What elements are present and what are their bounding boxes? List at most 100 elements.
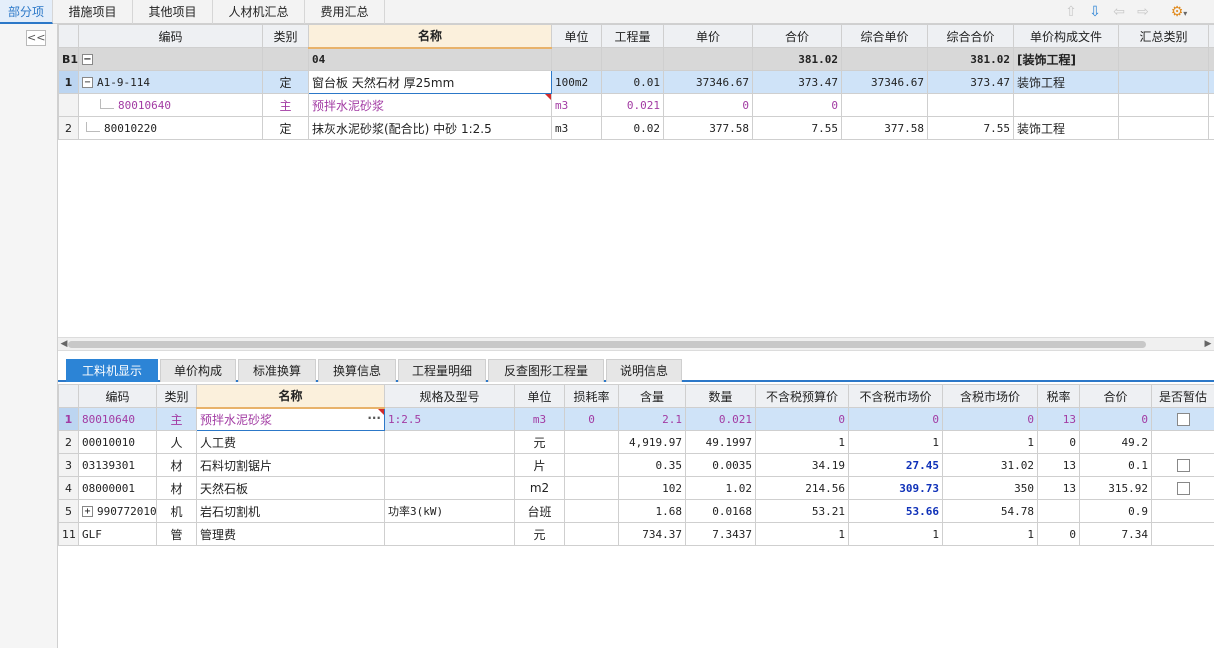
market-price-tax-cell[interactable]: 54.78 <box>942 499 1038 523</box>
table-row[interactable]: 80010640 主 预拌水泥砂浆 m3 0.021 0 0 <box>58 93 1214 117</box>
loss-rate-cell[interactable] <box>564 499 619 523</box>
tab-reverse-graphic-quantity[interactable]: 反查图形工程量 <box>488 359 604 382</box>
unit-cell[interactable]: m2 <box>514 476 565 500</box>
unit-cell[interactable]: m3 <box>514 407 565 431</box>
tab-other-items[interactable]: 其他项目 <box>133 0 213 24</box>
market-price-cell[interactable]: 1 <box>848 430 943 454</box>
content-cell[interactable]: 4,919.97 <box>618 430 686 454</box>
type-cell[interactable]: 材 <box>156 453 197 477</box>
unit-cell[interactable]: m3 <box>551 116 602 140</box>
market-price-tax-cell[interactable]: 350 <box>942 476 1038 500</box>
name-cell[interactable]: 天然石板 <box>196 476 385 500</box>
tab-labor-material-summary[interactable]: 人材机汇总 <box>213 0 305 24</box>
header-total-price[interactable]: 合价 <box>752 24 842 48</box>
scrollbar-thumb[interactable] <box>68 341 1146 348</box>
header-type[interactable]: 类别 <box>156 384 197 408</box>
budget-price-cell[interactable]: 214.56 <box>755 476 849 500</box>
table-row[interactable]: 2 80010220 定 抹灰水泥砂浆(配合比) 中砂 1:2.5 m3 0.0… <box>58 116 1214 140</box>
tab-standard-conversion[interactable]: 标准换算 <box>238 359 316 382</box>
code-cell[interactable]: 80010640 <box>78 93 263 117</box>
type-cell[interactable]: 材 <box>156 476 197 500</box>
unit-cell[interactable]: 台班 <box>514 499 565 523</box>
quantity-cell[interactable]: 0.021 <box>685 407 756 431</box>
header-quantity[interactable]: 工程量 <box>601 24 664 48</box>
summary-category-cell[interactable] <box>1118 116 1209 140</box>
remarks-cell[interactable] <box>1208 70 1214 94</box>
provisional-checkbox[interactable] <box>1176 413 1190 426</box>
provisional-cell[interactable] <box>1151 522 1214 546</box>
header-type[interactable]: 类别 <box>262 24 309 48</box>
arrow-right-icon[interactable]: ⇨ <box>1134 3 1152 21</box>
header-content[interactable]: 含量 <box>618 384 686 408</box>
provisional-cell[interactable] <box>1151 499 1214 523</box>
composition-file-cell[interactable]: [装饰工程] <box>1013 47 1119 71</box>
expand-icon[interactable]: + <box>82 506 93 517</box>
quantity-cell[interactable]: 0.01 <box>601 70 664 94</box>
tax-rate-cell[interactable] <box>1037 499 1080 523</box>
quantity-cell[interactable]: 49.1997 <box>685 430 756 454</box>
spec-cell[interactable] <box>384 476 515 500</box>
budget-price-cell[interactable]: 34.19 <box>755 453 849 477</box>
loss-rate-cell[interactable] <box>564 522 619 546</box>
remarks-cell[interactable] <box>1208 47 1214 71</box>
header-provisional[interactable]: 是否暂估 <box>1151 384 1214 408</box>
provisional-cell[interactable] <box>1151 476 1214 500</box>
quantity-cell[interactable] <box>601 47 664 71</box>
provisional-checkbox[interactable] <box>1176 482 1190 495</box>
type-cell[interactable]: 主 <box>156 407 197 431</box>
header-budget-price-excl-tax[interactable]: 不含税预算价 <box>755 384 849 408</box>
tax-rate-cell[interactable]: 0 <box>1037 522 1080 546</box>
market-price-tax-cell[interactable]: 0 <box>942 407 1038 431</box>
type-cell[interactable]: 管 <box>156 522 197 546</box>
table-row[interactable]: 4 08000001 材 天然石板 m2 102 1.02 214.56 309… <box>58 476 1214 500</box>
horizontal-scrollbar[interactable]: ◀ ▶ <box>58 337 1214 351</box>
comprehensive-price-cell[interactable]: 37346.67 <box>841 70 928 94</box>
total-price-cell[interactable]: 373.47 <box>752 70 842 94</box>
name-cell[interactable]: 预拌水泥砂浆 <box>308 93 552 117</box>
arrow-up-icon[interactable]: ⇧ <box>1062 3 1080 21</box>
budget-price-cell[interactable]: 1 <box>755 522 849 546</box>
loss-rate-cell[interactable] <box>564 453 619 477</box>
tab-conversion-info[interactable]: 换算信息 <box>318 359 396 382</box>
summary-category-cell[interactable] <box>1118 93 1209 117</box>
type-cell[interactable]: 机 <box>156 499 197 523</box>
table-row[interactable]: 5 +990772010 机 岩石切割机 功率3(kW) 台班 1.68 0.0… <box>58 499 1214 523</box>
header-name[interactable]: 名称 <box>308 24 552 49</box>
total-cell[interactable]: 315.92 <box>1079 476 1152 500</box>
market-price-tax-cell[interactable]: 31.02 <box>942 453 1038 477</box>
composition-file-cell[interactable]: 装饰工程 <box>1013 116 1119 140</box>
comprehensive-price-cell[interactable]: 377.58 <box>841 116 928 140</box>
market-price-cell[interactable]: 0 <box>848 407 943 431</box>
name-cell[interactable]: 管理费 <box>196 522 385 546</box>
type-cell[interactable]: 主 <box>262 93 309 117</box>
code-cell[interactable]: 00010010 <box>78 430 157 454</box>
table-row[interactable]: 2 00010010 人 人工费 元 4,919.97 49.1997 1 1 … <box>58 430 1214 454</box>
loss-rate-cell[interactable]: 0 <box>564 407 619 431</box>
collapse-panel-button[interactable]: << <box>26 30 46 46</box>
name-cell[interactable]: 人工费 <box>196 430 385 454</box>
market-price-cell[interactable]: 27.45 <box>848 453 943 477</box>
tax-rate-cell[interactable]: 0 <box>1037 430 1080 454</box>
header-code[interactable]: 编码 <box>78 24 263 48</box>
tax-rate-cell[interactable]: 13 <box>1037 453 1080 477</box>
budget-price-cell[interactable]: 53.21 <box>755 499 849 523</box>
table-row[interactable]: 3 03139301 材 石料切割锯片 片 0.35 0.0035 34.19 … <box>58 453 1214 477</box>
tax-rate-cell[interactable]: 13 <box>1037 407 1080 431</box>
header-unit-price[interactable]: 单价 <box>663 24 753 48</box>
code-cell[interactable]: − <box>78 47 263 71</box>
table-row[interactable]: B1 − 04 381.02 381.02 [装饰工程] <box>58 47 1214 71</box>
total-cell[interactable]: 49.2 <box>1079 430 1152 454</box>
unit-price-cell[interactable]: 37346.67 <box>663 70 753 94</box>
unit-cell[interactable]: 元 <box>514 522 565 546</box>
market-price-cell[interactable]: 309.73 <box>848 476 943 500</box>
comprehensive-total-cell[interactable]: 7.55 <box>927 116 1014 140</box>
unit-cell[interactable]: 100m2 <box>551 70 602 94</box>
code-cell[interactable]: 80010640 <box>78 407 157 431</box>
summary-category-cell[interactable] <box>1118 47 1209 71</box>
tab-price-composition[interactable]: 单价构成 <box>160 359 236 382</box>
header-unit[interactable]: 单位 <box>551 24 602 48</box>
composition-file-cell[interactable]: 装饰工程 <box>1013 70 1119 94</box>
content-cell[interactable]: 734.37 <box>618 522 686 546</box>
header-price-composition-file[interactable]: 单价构成文件 <box>1013 24 1119 48</box>
budget-price-cell[interactable]: 1 <box>755 430 849 454</box>
